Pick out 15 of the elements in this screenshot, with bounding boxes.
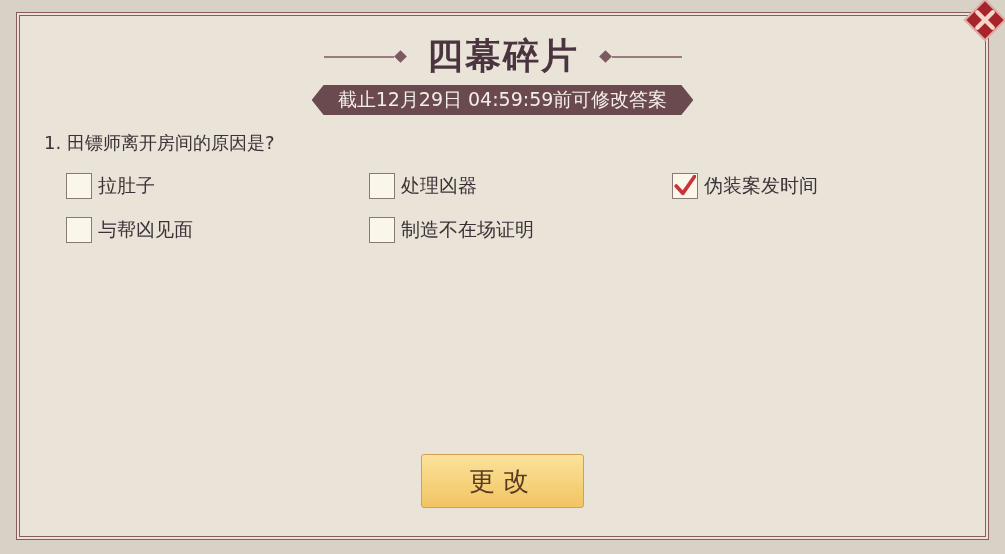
answer-option[interactable]: 制造不在场证明 [369, 217, 672, 243]
checkbox[interactable] [369, 217, 395, 243]
checkbox[interactable] [66, 173, 92, 199]
change-button[interactable]: 更改 [421, 454, 584, 508]
answer-option[interactable]: 处理凶器 [369, 173, 672, 199]
answer-option[interactable]: 与帮凶见面 [66, 217, 369, 243]
question-text: 1. 田镖师离开房间的原因是? [44, 131, 276, 155]
dialog-title: 四幕碎片 [426, 34, 579, 78]
checkbox[interactable] [672, 173, 698, 199]
deadline-banner: 截止12月29日 04:59:59前可修改答案 [311, 85, 694, 115]
answer-option[interactable]: 伪装案发时间 [672, 173, 972, 199]
checkbox[interactable] [66, 217, 92, 243]
checkbox[interactable] [369, 173, 395, 199]
checkmark-icon [674, 175, 696, 197]
answer-option[interactable]: 拉肚子 [66, 173, 369, 199]
